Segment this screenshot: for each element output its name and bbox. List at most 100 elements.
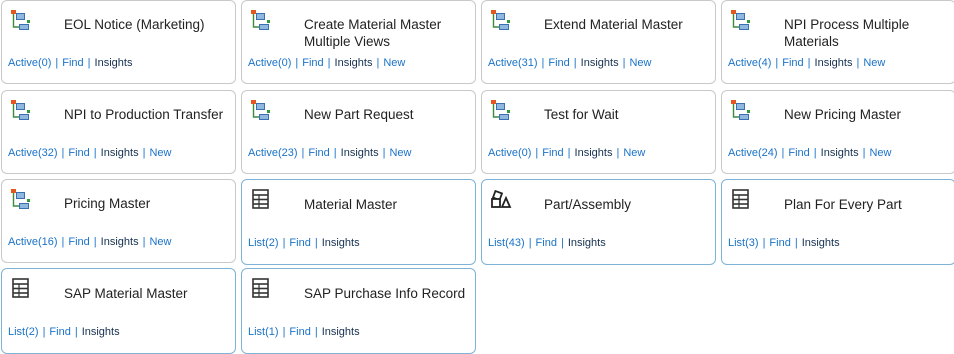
insights-link[interactable]: Insights (802, 237, 840, 249)
insights-link[interactable]: Insights (821, 147, 859, 159)
insights-link[interactable]: Insights (815, 57, 853, 69)
insights-link[interactable]: Insights (82, 326, 120, 338)
new-link[interactable]: New (623, 147, 645, 159)
app-tile[interactable]: EOL Notice (Marketing) Active(0) | Find | Ins… (1, 0, 236, 84)
insights-link[interactable]: Insights (322, 326, 360, 338)
insights-link[interactable]: Insights (341, 147, 379, 159)
link-separator: | (794, 237, 798, 249)
insights-link[interactable]: Insights (322, 237, 360, 249)
find-link[interactable]: Find (769, 237, 790, 249)
find-link[interactable]: Find (788, 147, 809, 159)
app-tile[interactable]: New Pricing Master Active(24) | Find | Insigh… (721, 90, 954, 174)
new-link[interactable]: New (149, 147, 171, 159)
link-separator: | (61, 236, 65, 248)
insights-link[interactable]: Insights (568, 237, 606, 249)
find-link[interactable]: Find (62, 57, 83, 69)
link-separator: | (813, 147, 817, 159)
link-separator: | (528, 237, 532, 249)
find-link[interactable]: Find (548, 57, 569, 69)
new-link[interactable]: New (383, 57, 405, 69)
tile-title: Extend Material Master (544, 17, 683, 32)
link-separator: | (314, 326, 318, 338)
find-link[interactable]: Find (308, 147, 329, 159)
app-tile[interactable]: Plan For Every Part List(3) | Find | Insights (721, 179, 954, 265)
app-tile[interactable]: Part/Assembly List(43) | Find | Insights (481, 179, 716, 265)
tile-links: List(2) | Find | Insights (8, 326, 120, 338)
active-link[interactable]: Active(23) (248, 147, 298, 159)
app-tile[interactable]: Create Material Master Multiple Views Act… (241, 0, 476, 84)
table-icon (250, 277, 272, 299)
link-separator: | (74, 326, 78, 338)
app-tile[interactable]: NPI Process Multiple Materials Active(4) |… (721, 0, 954, 84)
workflow-icon (10, 99, 32, 121)
list-link[interactable]: List(3) (728, 237, 759, 249)
find-link[interactable]: Find (68, 236, 89, 248)
link-separator: | (573, 57, 577, 69)
active-link[interactable]: Active(4) (728, 57, 771, 69)
list-link[interactable]: List(2) (8, 326, 39, 338)
app-tile[interactable]: SAP Purchase Info Record List(1) | Find | Ins… (241, 268, 476, 354)
link-separator: | (314, 237, 318, 249)
tile-links: Active(0) | Find | Insights | New (248, 57, 405, 69)
find-link[interactable]: Find (49, 326, 70, 338)
list-link[interactable]: List(1) (248, 326, 279, 338)
link-separator: | (616, 147, 620, 159)
app-tile[interactable]: NPI to Production Transfer Active(32) | Fin… (1, 90, 236, 174)
link-separator: | (376, 57, 380, 69)
active-link[interactable]: Active(31) (488, 57, 538, 69)
new-link[interactable]: New (389, 147, 411, 159)
insights-link[interactable]: Insights (581, 57, 619, 69)
assembly-icon (490, 188, 512, 210)
app-tile[interactable]: New Part Request Active(23) | Find | Insights… (241, 90, 476, 174)
new-link[interactable]: New (629, 57, 651, 69)
list-link[interactable]: List(2) (248, 237, 279, 249)
app-tile[interactable]: Extend Material Master Active(31) | Find | In… (481, 0, 716, 84)
link-separator: | (622, 57, 626, 69)
insights-link[interactable]: Insights (101, 236, 139, 248)
active-link[interactable]: Active(24) (728, 147, 778, 159)
insights-link[interactable]: Insights (95, 57, 133, 69)
new-link[interactable]: New (149, 236, 171, 248)
app-tile[interactable]: Pricing Master Active(16) | Find | Insights | N… (1, 179, 236, 263)
find-link[interactable]: Find (289, 237, 310, 249)
active-link[interactable]: Active(0) (248, 57, 291, 69)
tile-links: Active(16) | Find | Insights | New (8, 236, 171, 248)
find-link[interactable]: Find (542, 147, 563, 159)
tile-title: EOL Notice (Marketing) (64, 17, 205, 32)
app-tile[interactable]: SAP Material Master List(2) | Find | Insights (1, 268, 236, 354)
tile-links: Active(23) | Find | Insights | New (248, 147, 411, 159)
find-link[interactable]: Find (289, 326, 310, 338)
workflow-icon (10, 188, 32, 210)
workflow-icon (730, 9, 752, 31)
active-link[interactable]: Active(32) (8, 147, 58, 159)
tile-title: Test for Wait (544, 107, 619, 122)
new-link[interactable]: New (869, 147, 891, 159)
app-tile[interactable]: Test for Wait Active(0) | Find | Insights | New (481, 90, 716, 174)
insights-link[interactable]: Insights (101, 147, 139, 159)
insights-link[interactable]: Insights (575, 147, 613, 159)
insights-link[interactable]: Insights (335, 57, 373, 69)
find-link[interactable]: Find (68, 147, 89, 159)
app-tile[interactable]: Material Master List(2) | Find | Insights (241, 179, 476, 265)
new-link[interactable]: New (863, 57, 885, 69)
link-separator: | (282, 237, 286, 249)
active-link[interactable]: Active(0) (488, 147, 531, 159)
tile-links: List(3) | Find | Insights (728, 237, 840, 249)
list-link[interactable]: List(43) (488, 237, 525, 249)
link-separator: | (567, 147, 571, 159)
workflow-icon (250, 9, 272, 31)
tile-links: List(2) | Find | Insights (248, 237, 360, 249)
active-link[interactable]: Active(16) (8, 236, 58, 248)
tile-title: Pricing Master (64, 196, 151, 211)
active-link[interactable]: Active(0) (8, 57, 51, 69)
workflow-icon (10, 9, 32, 31)
tile-grid: EOL Notice (Marketing) Active(0) | Find | Ins… (0, 0, 954, 354)
find-link[interactable]: Find (302, 57, 323, 69)
tile-title: NPI Process Multiple Materials (784, 17, 910, 49)
link-separator: | (87, 57, 91, 69)
tile-title: NPI to Production Transfer (64, 107, 224, 122)
find-link[interactable]: Find (782, 57, 803, 69)
find-link[interactable]: Find (536, 237, 557, 249)
link-separator: | (282, 326, 286, 338)
link-separator: | (295, 57, 299, 69)
